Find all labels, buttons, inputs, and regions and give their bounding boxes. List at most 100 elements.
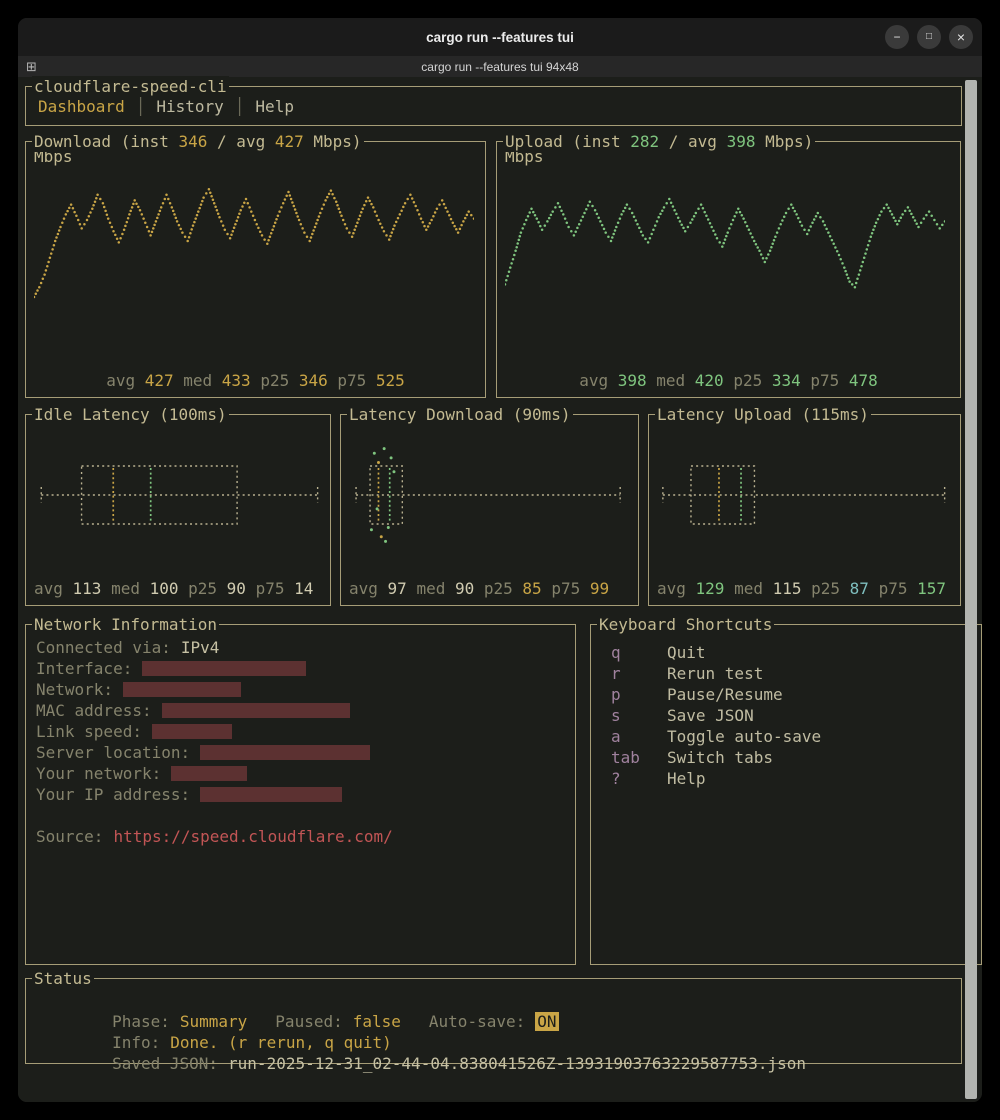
shortcut-key: r xyxy=(611,663,667,684)
tab-help[interactable]: Help xyxy=(255,96,294,117)
stat-value: 427 xyxy=(145,371,184,390)
paused-value: false xyxy=(353,1012,401,1031)
shortcut-row: tabSwitch tabs xyxy=(601,747,971,768)
shortcut-rows: qQuitrRerun testpPause/ResumesSave JSONa… xyxy=(601,642,971,789)
phase-label: Phase: xyxy=(112,1012,170,1031)
stat-label: avg xyxy=(106,371,145,390)
stat-label: p25 xyxy=(484,579,523,598)
status-line-phase: Phase:SummaryPaused:falseAuto-save:ON xyxy=(35,990,952,1011)
window-title: cargo run --features tui xyxy=(426,30,574,45)
download-stats: avg 427 med 433 p25 346 p75 525 xyxy=(34,370,477,391)
titlebar[interactable]: cargo run --features tui − □ × xyxy=(18,18,982,56)
shortcut-key: p xyxy=(611,684,667,705)
shortcut-row: aToggle auto-save xyxy=(601,726,971,747)
network-row: Interface: xyxy=(36,658,565,679)
source-url-link[interactable]: https://speed.cloudflare.com/ xyxy=(113,827,392,846)
maximize-button[interactable]: □ xyxy=(917,25,941,49)
redacted-value xyxy=(152,724,232,739)
shortcut-action: Quit xyxy=(667,642,706,663)
stat-value: 87 xyxy=(850,579,879,598)
stat-value: 433 xyxy=(222,371,261,390)
title-segment: Download (inst xyxy=(34,132,179,151)
autosave-label: Auto-save: xyxy=(429,1012,525,1031)
network-info-title: Network Information xyxy=(32,614,219,635)
stat-label: p25 xyxy=(811,579,850,598)
redacted-value xyxy=(200,745,370,760)
network-rows: Connected via:IPv4Interface:Network:MAC … xyxy=(36,637,565,805)
title-segment: Upload (inst xyxy=(505,132,630,151)
close-button[interactable]: × xyxy=(949,25,973,49)
title-segment: / avg xyxy=(207,132,274,151)
stat-value: 346 xyxy=(299,371,338,390)
tab-history[interactable]: History xyxy=(156,96,223,117)
idle-latency-boxplot xyxy=(34,437,322,553)
latency-upload-stats: avg 129 med 115 p25 87 p75 157 xyxy=(657,578,952,599)
stat-value: 97 xyxy=(388,579,417,598)
redacted-value xyxy=(162,703,350,718)
tab-separator: │ xyxy=(235,96,245,117)
stat-value: 113 xyxy=(73,579,112,598)
stat-label: avg xyxy=(349,579,388,598)
idle-latency-title: Idle Latency (100ms) xyxy=(32,404,229,425)
split-grid-icon[interactable]: ⊞ xyxy=(26,56,37,77)
stat-value: 85 xyxy=(522,579,551,598)
shortcut-action: Switch tabs xyxy=(667,747,773,768)
network-row-label: Server location: xyxy=(36,743,190,762)
latency-download-boxplot xyxy=(349,437,630,553)
shortcut-action: Save JSON xyxy=(667,705,754,726)
stat-value: 14 xyxy=(294,579,313,598)
stat-value: 525 xyxy=(376,371,405,390)
title-segment: 282 xyxy=(630,132,659,151)
stat-value: 129 xyxy=(696,579,735,598)
shortcut-row: pPause/Resume xyxy=(601,684,971,705)
network-row: MAC address: xyxy=(36,700,565,721)
shortcut-row: sSave JSON xyxy=(601,705,971,726)
network-info-panel: Network Information Connected via:IPv4In… xyxy=(25,624,576,965)
stat-value: 90 xyxy=(227,579,256,598)
stat-value: 398 xyxy=(618,371,657,390)
title-segment: 398 xyxy=(727,132,756,151)
network-row: Server location: xyxy=(36,742,565,763)
scrollbar[interactable] xyxy=(965,80,977,1099)
stat-label: p75 xyxy=(879,579,918,598)
stat-label: avg xyxy=(34,579,73,598)
maximize-icon: □ xyxy=(926,32,932,42)
keyboard-shortcuts-panel: Keyboard Shortcuts qQuitrRerun testpPaus… xyxy=(590,624,982,965)
paused-label: Paused: xyxy=(275,1012,342,1031)
redacted-value xyxy=(123,682,241,697)
upload-chart-panel: Upload (inst 282 / avg 398 Mbps) Mbps av… xyxy=(496,141,961,398)
title-segment: Mbps) xyxy=(304,132,362,151)
saved-json-filename: run-2025-12-31_02-44-04.838041526Z-13931… xyxy=(228,1054,806,1073)
tab-dashboard[interactable]: Dashboard xyxy=(38,96,125,117)
stat-label: p75 xyxy=(551,579,590,598)
shortcut-row: ?Help xyxy=(601,768,971,789)
status-panel: Status Phase:SummaryPaused:falseAuto-sav… xyxy=(25,978,962,1064)
source-label: Source: xyxy=(36,827,103,846)
shortcut-key: a xyxy=(611,726,667,747)
network-row-label: Your network: xyxy=(36,764,161,783)
network-row: Network: xyxy=(36,679,565,700)
redacted-value xyxy=(200,787,342,802)
app-title: cloudflare-speed-cli xyxy=(32,76,229,97)
shortcut-action: Rerun test xyxy=(667,663,763,684)
minimize-button[interactable]: − xyxy=(885,25,909,49)
terminal-tabbar: ⊞ cargo run --features tui 94x48 xyxy=(18,56,982,77)
network-row-label: Connected via: xyxy=(36,638,171,657)
close-icon: × xyxy=(957,30,965,44)
stat-label: avg xyxy=(579,371,618,390)
stat-value: 157 xyxy=(917,579,946,598)
shortcut-key: q xyxy=(611,642,667,663)
stat-value: 478 xyxy=(849,371,878,390)
latency-upload-boxplot xyxy=(657,437,952,553)
network-row-label: MAC address: xyxy=(36,701,152,720)
stat-label: avg xyxy=(657,579,696,598)
autosave-badge: ON xyxy=(535,1012,558,1031)
terminal-content: cloudflare-speed-cli Dashboard │ History… xyxy=(18,77,982,1102)
stat-label: p25 xyxy=(260,371,299,390)
keyboard-shortcuts-title: Keyboard Shortcuts xyxy=(597,614,774,635)
info-label: Info: xyxy=(112,1033,160,1052)
terminal-tab-title[interactable]: cargo run --features tui 94x48 xyxy=(421,60,578,74)
stat-label: med xyxy=(111,579,150,598)
stat-value: 334 xyxy=(772,371,811,390)
tab-separator: │ xyxy=(136,96,146,117)
